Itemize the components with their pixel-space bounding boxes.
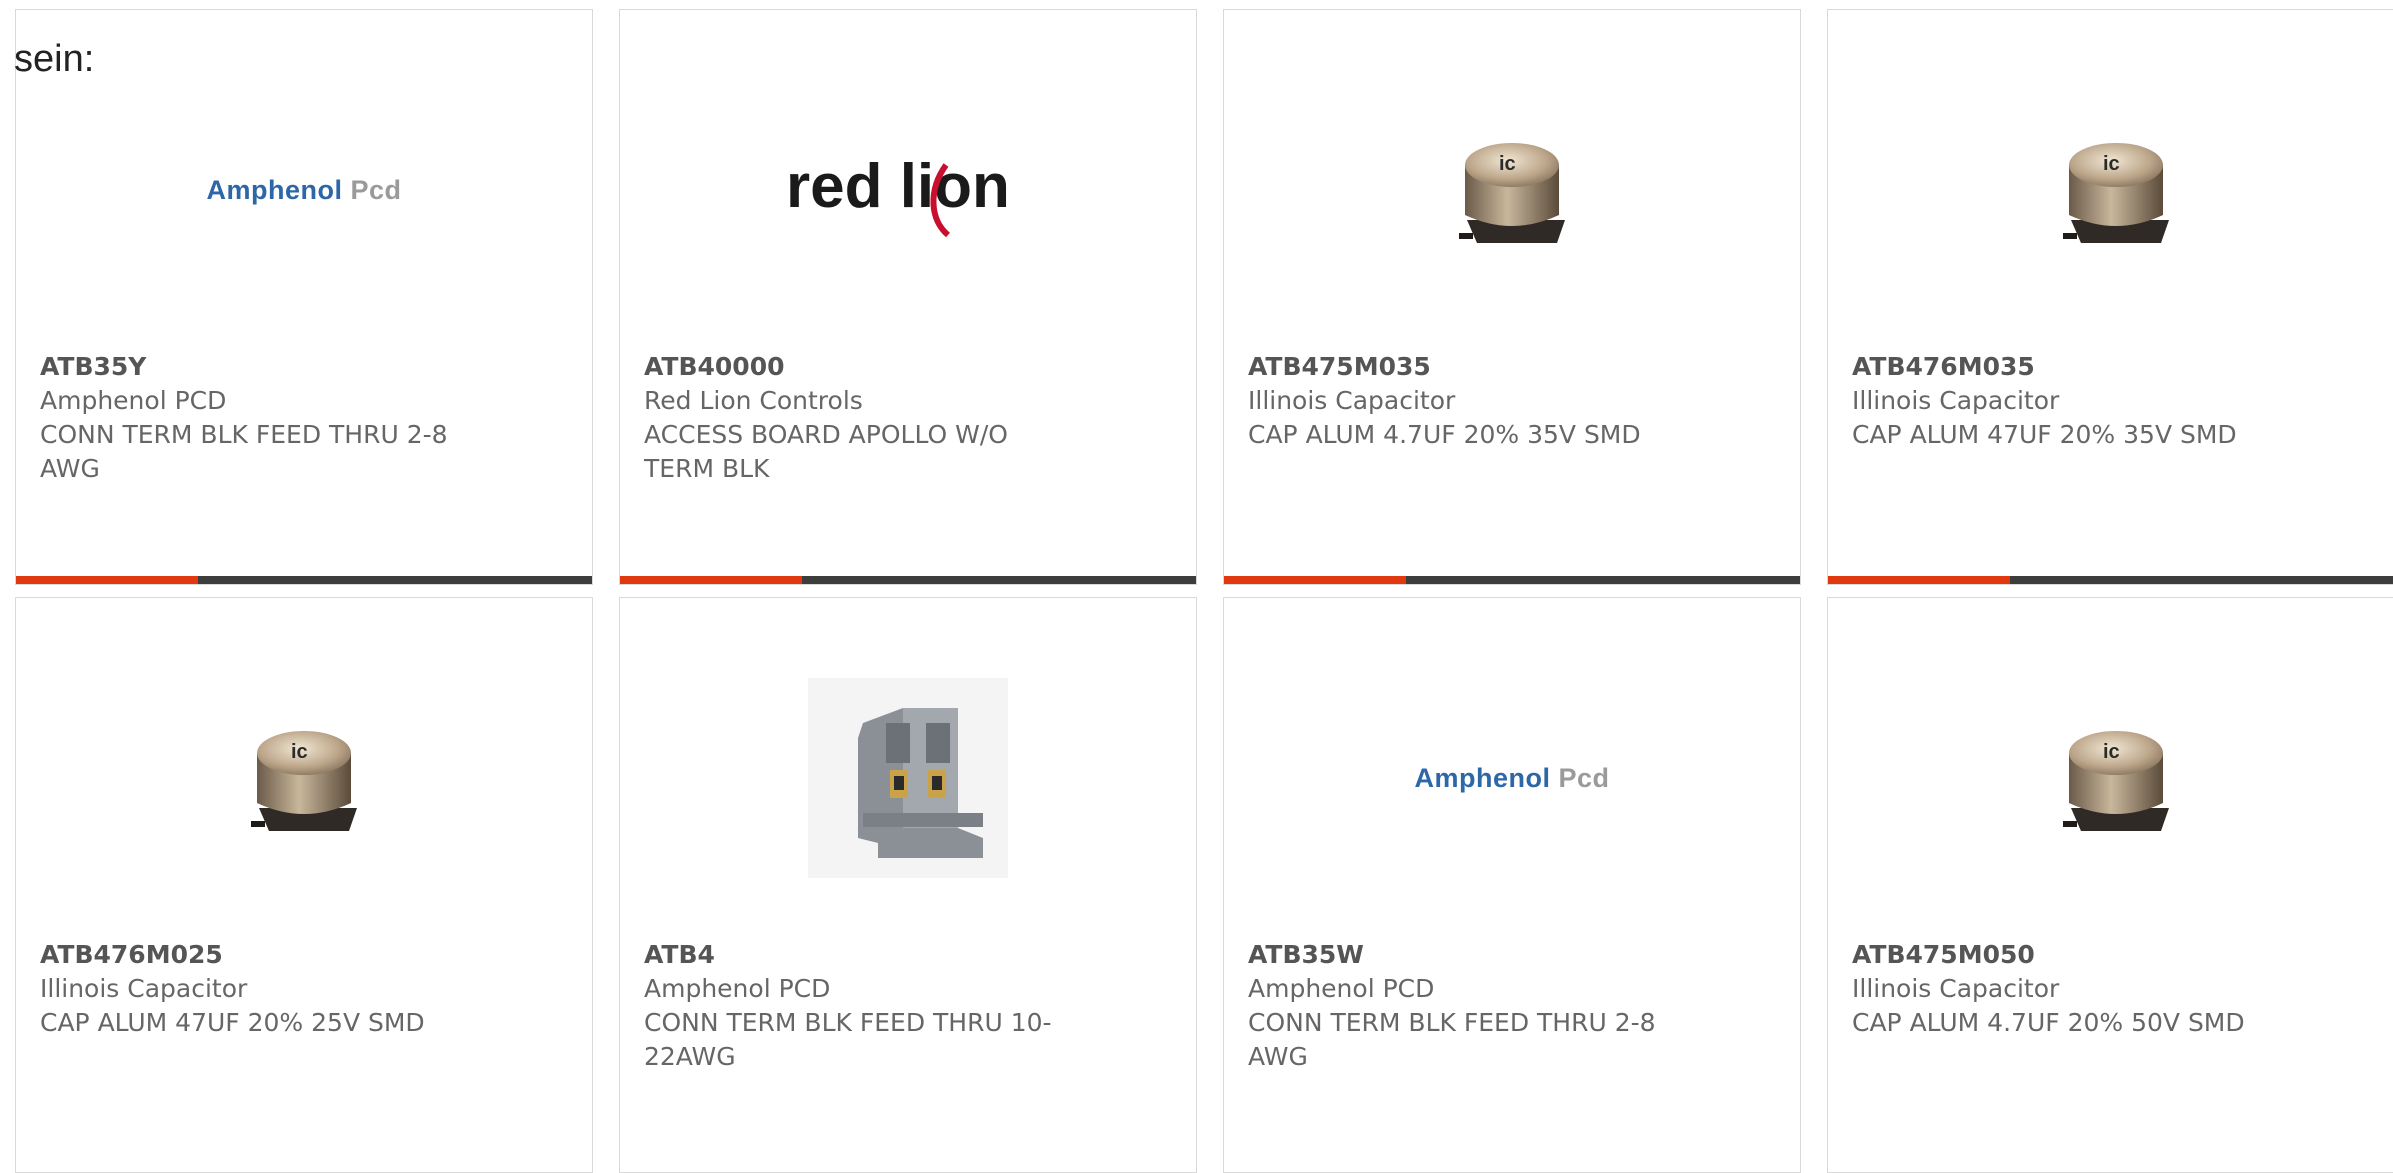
part-number[interactable]: ATB475M035 bbox=[1248, 350, 1678, 384]
product-card[interactable]: ATB4 Amphenol PCD CONN TERM BLK FEED THR… bbox=[619, 597, 1197, 1173]
redlion-logo: red lion bbox=[786, 152, 1010, 238]
part-number[interactable]: ATB4 bbox=[644, 938, 1074, 972]
product-grid: Amphenol Pcd ATB35Y Amphenol PCD CONN TE… bbox=[15, 9, 2393, 1173]
part-number[interactable]: ATB476M025 bbox=[40, 938, 470, 972]
product-card[interactable]: ic ATB476M025 Illinois Capacitor CAP ALU… bbox=[15, 597, 593, 1173]
product-card[interactable]: Amphenol Pcd ATB35W Amphenol PCD CONN TE… bbox=[1223, 597, 1801, 1173]
svg-text:ic: ic bbox=[2103, 741, 2120, 763]
product-image: Amphenol Pcd bbox=[1224, 628, 1800, 928]
product-image: Amphenol Pcd bbox=[16, 40, 592, 340]
part-number[interactable]: ATB35W bbox=[1248, 938, 1678, 972]
description: CONN TERM BLK FEED THRU 2-8 AWG bbox=[40, 420, 448, 483]
svg-text:ic: ic bbox=[2103, 153, 2120, 175]
part-number[interactable]: ATB35Y bbox=[40, 350, 470, 384]
manufacturer: Illinois Capacitor bbox=[1852, 974, 2060, 1003]
product-card[interactable]: ic ATB476M035 Illinois Capacitor CAP ALU… bbox=[1827, 9, 2393, 585]
card-accent-bar bbox=[16, 576, 592, 584]
capacitor-icon: ic bbox=[1459, 143, 1565, 243]
lead-text: sein: bbox=[14, 38, 95, 80]
description: CONN TERM BLK FEED THRU 10-22AWG bbox=[644, 1008, 1052, 1071]
part-number[interactable]: ATB475M050 bbox=[1852, 938, 2282, 972]
card-accent-bar bbox=[1828, 576, 2393, 584]
part-number[interactable]: ATB476M035 bbox=[1852, 350, 2282, 384]
card-accent-bar bbox=[620, 576, 1196, 584]
manufacturer: Illinois Capacitor bbox=[40, 974, 248, 1003]
part-number[interactable]: ATB40000 bbox=[644, 350, 1074, 384]
product-card[interactable]: Amphenol Pcd ATB35Y Amphenol PCD CONN TE… bbox=[15, 9, 593, 585]
manufacturer: Amphenol PCD bbox=[644, 974, 831, 1003]
svg-text:ic: ic bbox=[1499, 153, 1516, 175]
product-card[interactable]: ic ATB475M050 Illinois Capacitor CAP ALU… bbox=[1827, 597, 2393, 1173]
svg-text:red lion: red lion bbox=[786, 152, 1010, 221]
manufacturer: Amphenol PCD bbox=[40, 386, 227, 415]
manufacturer: Illinois Capacitor bbox=[1248, 386, 1456, 415]
product-image: ic bbox=[16, 628, 592, 928]
manufacturer: Illinois Capacitor bbox=[1852, 386, 2060, 415]
amphenol-logo: Amphenol Pcd bbox=[206, 174, 402, 205]
capacitor-icon: ic bbox=[251, 731, 357, 831]
description: CAP ALUM 47UF 20% 35V SMD bbox=[1852, 420, 2237, 449]
description: ACCESS BOARD APOLLO W/O TERM BLK bbox=[644, 420, 1008, 483]
amphenol-logo: Amphenol Pcd bbox=[1414, 762, 1610, 793]
capacitor-icon: ic bbox=[2063, 143, 2169, 243]
manufacturer: Amphenol PCD bbox=[1248, 974, 1435, 1003]
description: CAP ALUM 4.7UF 20% 50V SMD bbox=[1852, 1008, 2245, 1037]
capacitor-icon: ic bbox=[2063, 731, 2169, 831]
card-accent-bar bbox=[1224, 576, 1800, 584]
description: CAP ALUM 47UF 20% 25V SMD bbox=[40, 1008, 425, 1037]
product-card[interactable]: red lion ATB40000 Red Lion Controls ACCE… bbox=[619, 9, 1197, 585]
description: CONN TERM BLK FEED THRU 2-8 AWG bbox=[1248, 1008, 1656, 1071]
terminal-block-icon bbox=[808, 678, 1008, 878]
product-card[interactable]: ic ATB475M035 Illinois Capacitor CAP ALU… bbox=[1223, 9, 1801, 585]
product-image: ic bbox=[1828, 40, 2393, 340]
product-image: red lion bbox=[620, 40, 1196, 340]
product-image bbox=[620, 628, 1196, 928]
manufacturer: Red Lion Controls bbox=[644, 386, 863, 415]
description: CAP ALUM 4.7UF 20% 35V SMD bbox=[1248, 420, 1641, 449]
product-image: ic bbox=[1224, 40, 1800, 340]
product-image: ic bbox=[1828, 628, 2393, 928]
svg-text:ic: ic bbox=[291, 741, 308, 763]
